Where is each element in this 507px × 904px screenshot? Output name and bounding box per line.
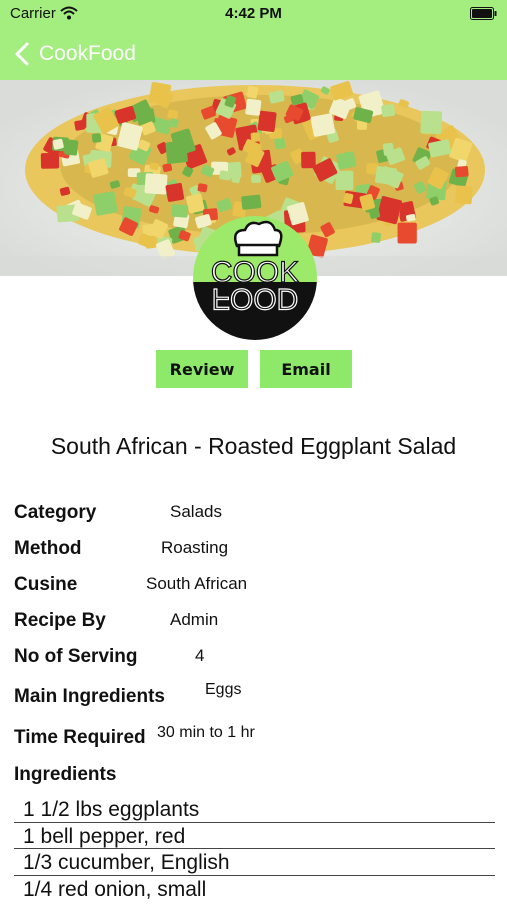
detail-label-servings: No of Serving	[14, 646, 138, 667]
back-button[interactable]: CookFood	[14, 38, 136, 70]
ingredients-list: 1 1/2 lbs eggplants 1 bell pepper, red 1…	[14, 796, 495, 902]
detail-value-category: Salads	[170, 502, 222, 521]
ingredient-item: 1/4 red onion, small	[23, 877, 207, 901]
detail-value-recipe-by: Admin	[170, 610, 219, 629]
detail-value-servings: 4	[195, 646, 205, 665]
detail-label-main-ingredients: Main Ingredients	[14, 686, 165, 707]
email-button[interactable]: Email	[260, 350, 352, 388]
detail-label-time-required: Time Required	[14, 727, 146, 748]
detail-value-main-ingredients: Eggs	[205, 681, 242, 698]
review-button[interactable]: Review	[156, 350, 248, 388]
chevron-left-icon	[15, 42, 29, 66]
ingredient-item: 1/3 cucumber, English	[14, 849, 495, 876]
ingredient-item: 1 bell pepper, red	[14, 823, 495, 849]
ingredients-heading: Ingredients	[14, 764, 117, 785]
detail-label-method: Method	[14, 538, 82, 559]
clock: 4:42 PM	[225, 5, 282, 22]
cookfood-logo: COOK FOOD	[193, 216, 317, 340]
detail-value-time-required: 30 min to 1 hr	[157, 724, 255, 741]
navigation-bar: CookFood	[0, 28, 507, 80]
recipe-title: South African - Roasted Eggplant Salad	[50, 433, 457, 459]
ingredient-item: 1 1/2 lbs eggplants	[14, 796, 495, 823]
detail-value-method: Roasting	[161, 538, 229, 557]
status-bar: Carrier 4:42 PM	[0, 0, 507, 28]
back-button-label: CookFood	[39, 42, 136, 65]
detail-label-cuisine: Cusine	[14, 574, 78, 595]
detail-label-recipe-by: Recipe By	[14, 610, 106, 631]
svg-text:FOOD: FOOD	[212, 282, 299, 315]
detail-value-cuisine: South African	[146, 574, 248, 593]
battery-icon	[470, 7, 497, 20]
detail-label-category: Category	[14, 502, 97, 523]
